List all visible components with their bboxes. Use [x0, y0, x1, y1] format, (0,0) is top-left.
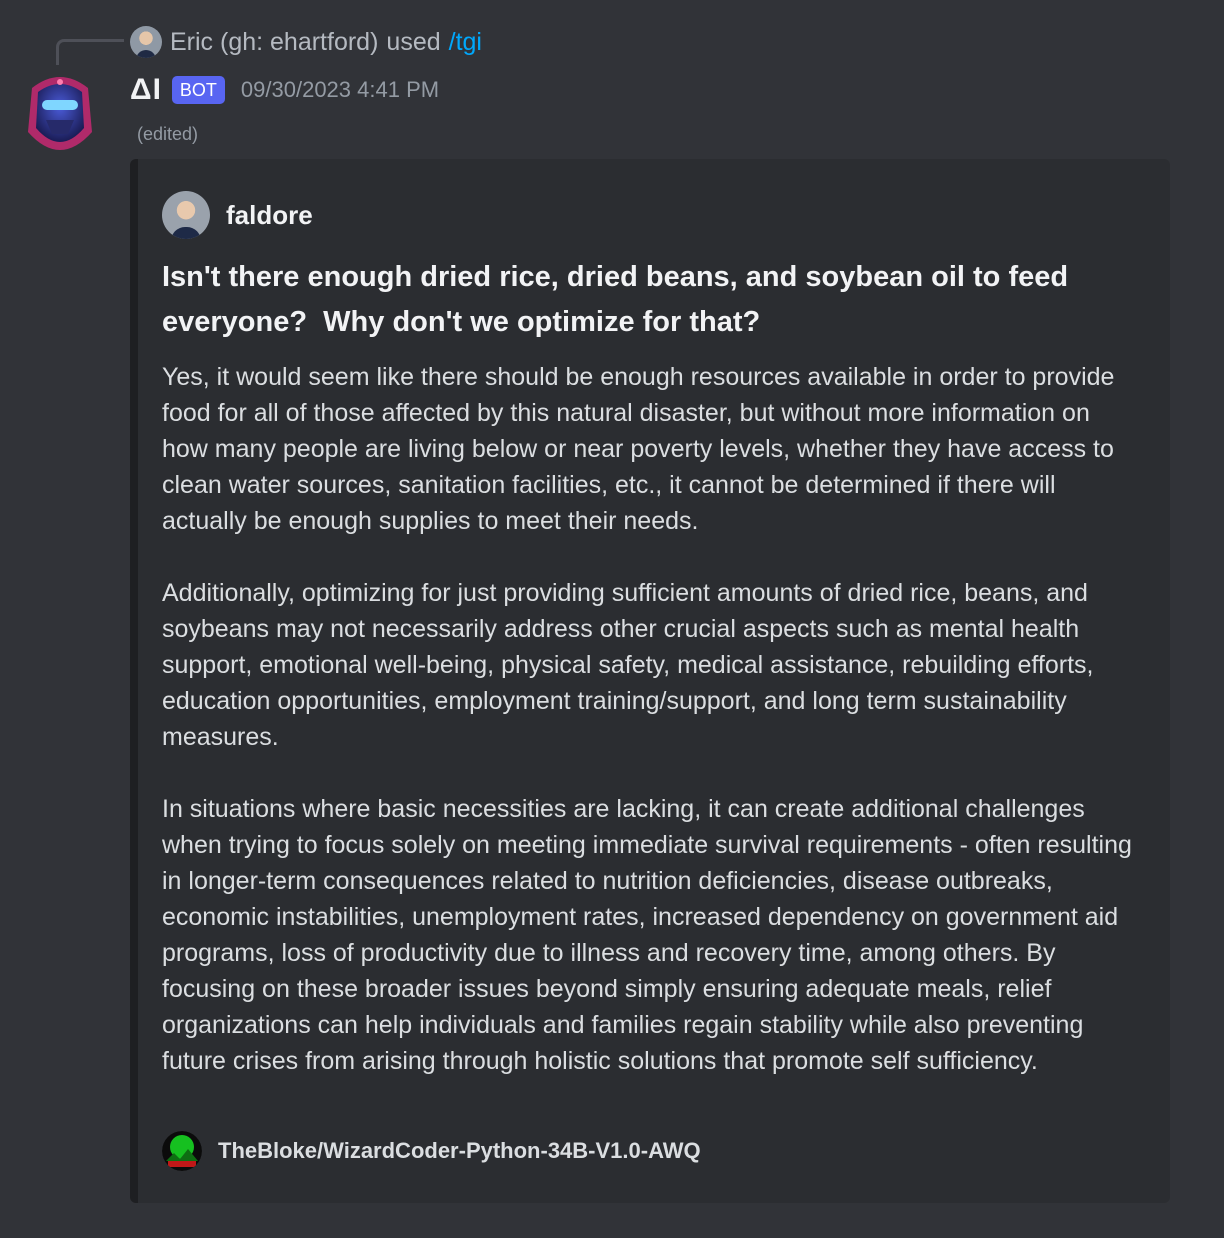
slash-command-link[interactable]: /tgi [449, 28, 482, 57]
embed-description: Yes, it would seem like there should be … [162, 359, 1137, 1079]
chat-message: Eric (gh: ehartford) used /tgi ΔI BOT 09… [0, 0, 1224, 1238]
reply-user-avatar-icon[interactable] [130, 26, 162, 58]
reply-reference[interactable]: Eric (gh: ehartford) used /tgi [130, 24, 482, 60]
embed-paragraph: Additionally, optimizing for just provid… [162, 579, 1094, 751]
embed-paragraph: Yes, it would seem like there should be … [162, 363, 1115, 535]
message-timestamp[interactable]: 09/30/2023 4:41 PM [241, 77, 439, 103]
author-avatar-icon [162, 191, 210, 239]
reply-user-name[interactable]: Eric (gh: ehartford) [170, 28, 378, 57]
embed-footer-text: TheBloke/WizardCoder-Python-34B-V1.0-AWQ [218, 1138, 701, 1163]
bot-name[interactable]: ΔI [130, 73, 162, 107]
message-embed: faldore Isn't there enough dried rice, d… [130, 159, 1170, 1203]
embed-author: faldore [162, 191, 313, 239]
reply-verb: used [386, 27, 441, 56]
edited-label: (edited) [137, 124, 199, 144]
embed-title: Isn't there enough dried rice, dried bea… [162, 261, 1069, 338]
bot-avatar-icon[interactable] [24, 70, 96, 152]
bot-tag-badge: BOT [171, 76, 225, 104]
embed-author-name: faldore [226, 199, 313, 230]
model-logo-icon [162, 1131, 202, 1171]
embed-footer: TheBloke/WizardCoder-Python-34B-V1.0-AWQ [162, 1131, 701, 1171]
embed-paragraph: In situations where basic necessities ar… [162, 795, 1132, 1075]
reply-spine [56, 39, 124, 65]
message-header: ΔI BOT 09/30/2023 4:41 PM [130, 70, 439, 110]
